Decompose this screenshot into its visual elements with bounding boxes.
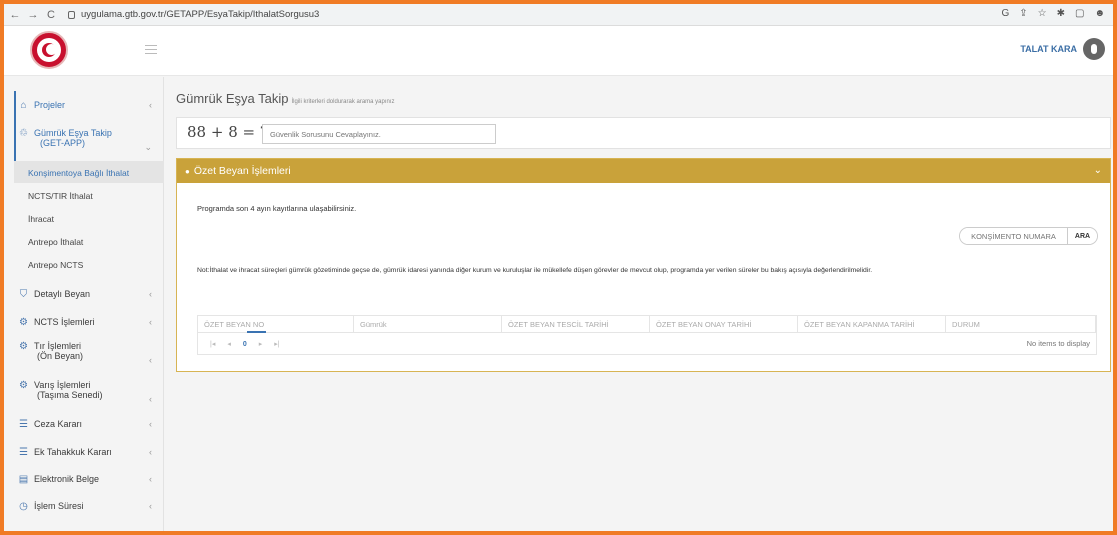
column-header[interactable]: DURUM: [946, 316, 1096, 332]
document-icon: ▤: [18, 474, 29, 485]
clock-icon: ◷: [19, 501, 28, 512]
extensions-icon[interactable]: ✱: [1057, 8, 1065, 19]
profile-icon[interactable]: ☻: [1094, 8, 1105, 19]
list-icon: ☰: [19, 447, 28, 458]
user-menu[interactable]: TALAT KARA: [1020, 38, 1105, 60]
chevron-down-icon: ⌄: [144, 142, 152, 152]
browser-toolbar: ← → C uygulama.gtb.gov.tr/GETAPP/EsyaTak…: [4, 4, 1113, 26]
chevron-left-icon: ‹: [149, 317, 152, 327]
note-text: Not:İthalat ve ihracat süreçleri gümrük …: [197, 267, 873, 274]
address-bar[interactable]: uygulama.gtb.gov.tr/GETAPP/EsyaTakip/Ith…: [68, 9, 319, 20]
chevron-left-icon: ‹: [149, 394, 152, 404]
last-page-button[interactable]: ▸|: [274, 340, 279, 348]
avatar: [1083, 38, 1105, 60]
current-page[interactable]: 0: [243, 341, 247, 348]
sidebar: ⌂ Projeler ‹ ♲ Gümrük Eşya Takip (GET-AP…: [4, 77, 164, 531]
google-icon[interactable]: G: [1001, 8, 1009, 19]
user-name: TALAT KARA: [1020, 44, 1077, 54]
column-header[interactable]: ÖZET BEYAN ONAY TARİHİ: [650, 316, 798, 332]
reload-button[interactable]: C: [44, 9, 58, 21]
captcha-input[interactable]: [262, 124, 496, 144]
home-icon: ⌂: [20, 100, 27, 111]
sidebar-subitem-antrepo-ithalat[interactable]: Antrepo İthalat: [28, 237, 83, 247]
ozet-beyan-panel: ● Özet Beyan İşlemleri ⌄ Programda son 4…: [176, 158, 1111, 372]
sidebar-item-gumruk-esya-takip[interactable]: ♲ Gümrük Eşya Takip (GET-APP) ⌄: [4, 128, 164, 152]
lock-icon: ●: [185, 166, 190, 176]
column-header[interactable]: ÖZET BEYAN KAPANMA TARİHİ: [798, 316, 946, 332]
app-header: TALAT KARA: [4, 26, 1113, 76]
list-icon: ☰: [19, 419, 28, 430]
results-grid: ÖZET BEYAN NO Gümrük ÖZET BEYAN TESCİL T…: [197, 315, 1097, 355]
pager: |◂ ◂ 0 ▸ ▸| No items to display: [198, 331, 1096, 355]
panel-header[interactable]: ● Özet Beyan İşlemleri ⌄: [177, 159, 1110, 183]
sidebar-subitem-antrepo-ncts[interactable]: Antrepo NCTS: [28, 260, 83, 270]
window-icon[interactable]: ▢: [1075, 8, 1084, 19]
lock-icon: [68, 10, 75, 19]
sidebar-item-ek-tahakkuk[interactable]: ☰ Ek Tahakkuk Kararı ‹: [4, 447, 164, 458]
next-page-button[interactable]: ▸: [259, 340, 263, 348]
package-icon: ♲: [19, 128, 28, 139]
chevron-left-icon: ‹: [149, 501, 152, 511]
chevron-left-icon: ‹: [149, 419, 152, 429]
chevron-left-icon: ‹: [149, 447, 152, 457]
app-frame: ← → C uygulama.gtb.gov.tr/GETAPP/EsyaTak…: [4, 4, 1113, 531]
star-icon[interactable]: ☆: [1038, 8, 1047, 19]
chevron-down-icon[interactable]: ⌄: [1094, 165, 1102, 176]
konsimento-search: ARA: [959, 227, 1098, 245]
sidebar-subitem-ncts-tir[interactable]: NCTS/TIR İthalat: [28, 191, 93, 201]
konsimento-input[interactable]: [960, 228, 1067, 244]
gear-icon: ⚙: [19, 380, 28, 391]
captcha-image: 88 + 8 = ?: [187, 123, 268, 141]
url-text: uygulama.gtb.gov.tr/GETAPP/EsyaTakip/Ith…: [81, 9, 320, 20]
sidebar-subitem-ihracat[interactable]: İhracat: [28, 214, 54, 224]
sidebar-item-varis[interactable]: ⚙ Varış İşlemleri (Taşıma Senedi) ‹: [4, 380, 164, 404]
chevron-left-icon: ‹: [149, 355, 152, 365]
empty-message: No items to display: [1026, 339, 1090, 348]
logo-icon[interactable]: [30, 31, 68, 69]
hamburger-menu-icon[interactable]: [145, 45, 157, 54]
back-button[interactable]: ←: [8, 9, 22, 21]
browser-actions: G ⇪ ☆ ✱ ▢ ☻: [1001, 8, 1105, 19]
sidebar-item-elektronik-belge[interactable]: ▤ Elektronik Belge ‹: [4, 474, 164, 485]
page-title: Gümrük Eşya Takip İlgili kriterleri doldu…: [176, 91, 395, 106]
sidebar-item-projeler[interactable]: ⌂ Projeler ‹: [4, 100, 164, 111]
column-header[interactable]: ÖZET BEYAN TESCİL TARİHİ: [502, 316, 650, 332]
first-page-button[interactable]: |◂: [210, 340, 215, 348]
sidebar-subitem-konsimento[interactable]: Konşimentoya Bağlı İthalat: [28, 168, 129, 178]
column-header[interactable]: ÖZET BEYAN NO: [198, 316, 354, 332]
sidebar-item-tir[interactable]: ⚙ Tır İşlemleri (Ön Beyan) ‹: [4, 341, 164, 365]
sidebar-item-detayli-beyan[interactable]: ⛉ Detaylı Beyan ‹: [4, 289, 164, 300]
gear-icon: ⚙: [19, 341, 28, 352]
ara-button[interactable]: ARA: [1067, 228, 1097, 244]
captcha-section: 88 + 8 = ?: [176, 117, 1111, 149]
sidebar-item-ncts[interactable]: ⚙ NCTS İşlemleri ‹: [4, 317, 164, 328]
info-text: Programda son 4 ayın kayıtlarına ulaşabi…: [197, 204, 357, 213]
grid-header: ÖZET BEYAN NO Gümrük ÖZET BEYAN TESCİL T…: [198, 316, 1096, 333]
forward-button[interactable]: →: [26, 9, 40, 21]
panel-title: Özet Beyan İşlemleri: [193, 165, 291, 177]
share-icon[interactable]: ⇪: [1019, 8, 1027, 19]
chevron-left-icon: ‹: [149, 100, 152, 110]
shield-icon: ⛉: [19, 289, 28, 300]
panel-body: Programda son 4 ayın kayıtlarına ulaşabi…: [177, 183, 1110, 371]
chevron-left-icon: ‹: [149, 289, 152, 299]
chevron-left-icon: ‹: [149, 474, 152, 484]
column-header[interactable]: Gümrük: [354, 316, 502, 332]
sidebar-item-ceza-karari[interactable]: ☰ Ceza Kararı ‹: [4, 419, 164, 430]
gear-icon: ⚙: [19, 317, 28, 328]
page-subtitle: İlgili kriterleri doldurarak arama yapın…: [291, 99, 395, 105]
prev-page-button[interactable]: ◂: [227, 340, 231, 348]
sidebar-item-islem-suresi[interactable]: ◷ İşlem Süresi ‹: [4, 501, 164, 512]
page-underline: [247, 331, 266, 333]
